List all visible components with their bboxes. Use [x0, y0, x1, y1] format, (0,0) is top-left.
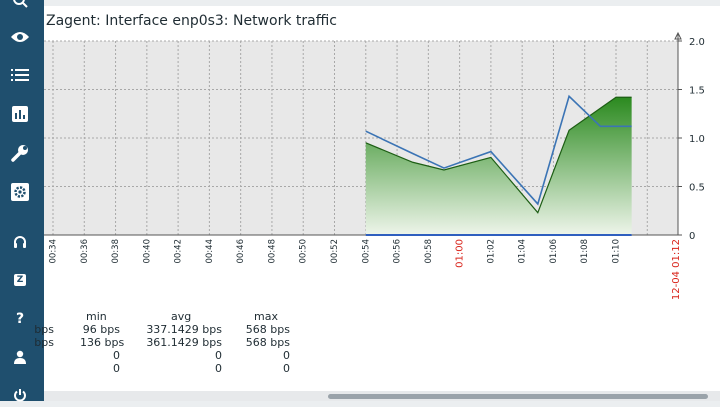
legend-cell-max: 568 bps — [245, 336, 290, 349]
x-tick-label: 01:02 — [486, 239, 496, 264]
x-tick-label: 00:58 — [424, 239, 434, 264]
legend-cell-min: 0 — [113, 349, 120, 362]
graph-title: Zagent: Interface enp0s3: Network traffi… — [46, 13, 337, 29]
x-tick-label: 12-04 01:12 — [671, 239, 682, 300]
x-tick-label: 00:36 — [80, 239, 90, 264]
x-tick-label: 00:40 — [142, 239, 152, 264]
x-tick-label: 00:34 — [49, 239, 59, 264]
network-traffic-graph[interactable]: 0 0.5 1.0 1.5 2.0 00:34 00:36 00:38 00:40 00:42 00… — [44, 28, 720, 308]
x-tick-label: 00:38 — [111, 239, 121, 264]
legend-cell-avg: 361.1429 bps — [146, 336, 222, 349]
legend-cell-avg: 337.1429 bps — [146, 323, 222, 336]
y-tick-label: 0 — [689, 231, 695, 242]
list-icon[interactable] — [0, 63, 40, 87]
legend-cell-max: 568 bps — [245, 323, 290, 336]
x-tick-label: 01:06 — [549, 239, 559, 264]
legend-row-unit: bps — [34, 336, 54, 349]
x-tick-label: 00:52 — [330, 239, 340, 264]
x-tick-label: 01:00 — [455, 239, 466, 268]
x-tick-label: 01:10 — [612, 239, 622, 264]
headset-icon[interactable] — [0, 230, 40, 254]
help-label: ? — [15, 311, 25, 327]
cog-icon[interactable] — [0, 180, 40, 204]
x-tick-label: 00:50 — [299, 239, 309, 264]
zabbix-icon[interactable]: Z — [0, 268, 40, 292]
legend-header-max: max — [254, 310, 278, 323]
legend-cell-min: 136 bps — [80, 336, 125, 349]
x-tick-label: 00:42 — [174, 239, 184, 264]
legend-cell-max: 0 — [283, 362, 290, 375]
legend-cell-min: 0 — [113, 362, 120, 375]
chart-icon[interactable] — [0, 102, 40, 126]
y-tick-label: 2.0 — [689, 37, 705, 48]
zabbix-logo-text: Z — [14, 274, 26, 286]
legend-cell-max: 0 — [283, 349, 290, 362]
y-tick-label: 1.0 — [689, 134, 705, 145]
x-tick-label: 01:08 — [580, 239, 590, 264]
x-tick-label: 00:56 — [393, 239, 403, 264]
x-tick-label: 00:44 — [205, 239, 215, 264]
legend-header-avg: avg — [171, 310, 192, 323]
search-icon[interactable] — [0, 0, 40, 12]
eye-icon[interactable] — [0, 25, 40, 49]
legend-cell-avg: 0 — [215, 349, 222, 362]
legend-cell-avg: 0 — [215, 362, 222, 375]
power-icon[interactable] — [0, 383, 40, 407]
wrench-icon[interactable] — [0, 141, 40, 165]
x-tick-label: 00:48 — [267, 239, 277, 264]
x-tick-label: 00:46 — [236, 239, 246, 264]
y-tick-label: 0.5 — [689, 183, 705, 194]
legend-row-unit: bps — [34, 323, 54, 336]
x-tick-label: 01:04 — [518, 239, 528, 264]
horizontal-scrollbar-thumb[interactable] — [328, 394, 708, 399]
legend-cell-min: 96 bps — [82, 323, 120, 336]
y-tick-label: 1.5 — [689, 86, 705, 97]
legend-header-min: min — [86, 310, 107, 323]
x-tick-label: 00:54 — [361, 239, 371, 264]
